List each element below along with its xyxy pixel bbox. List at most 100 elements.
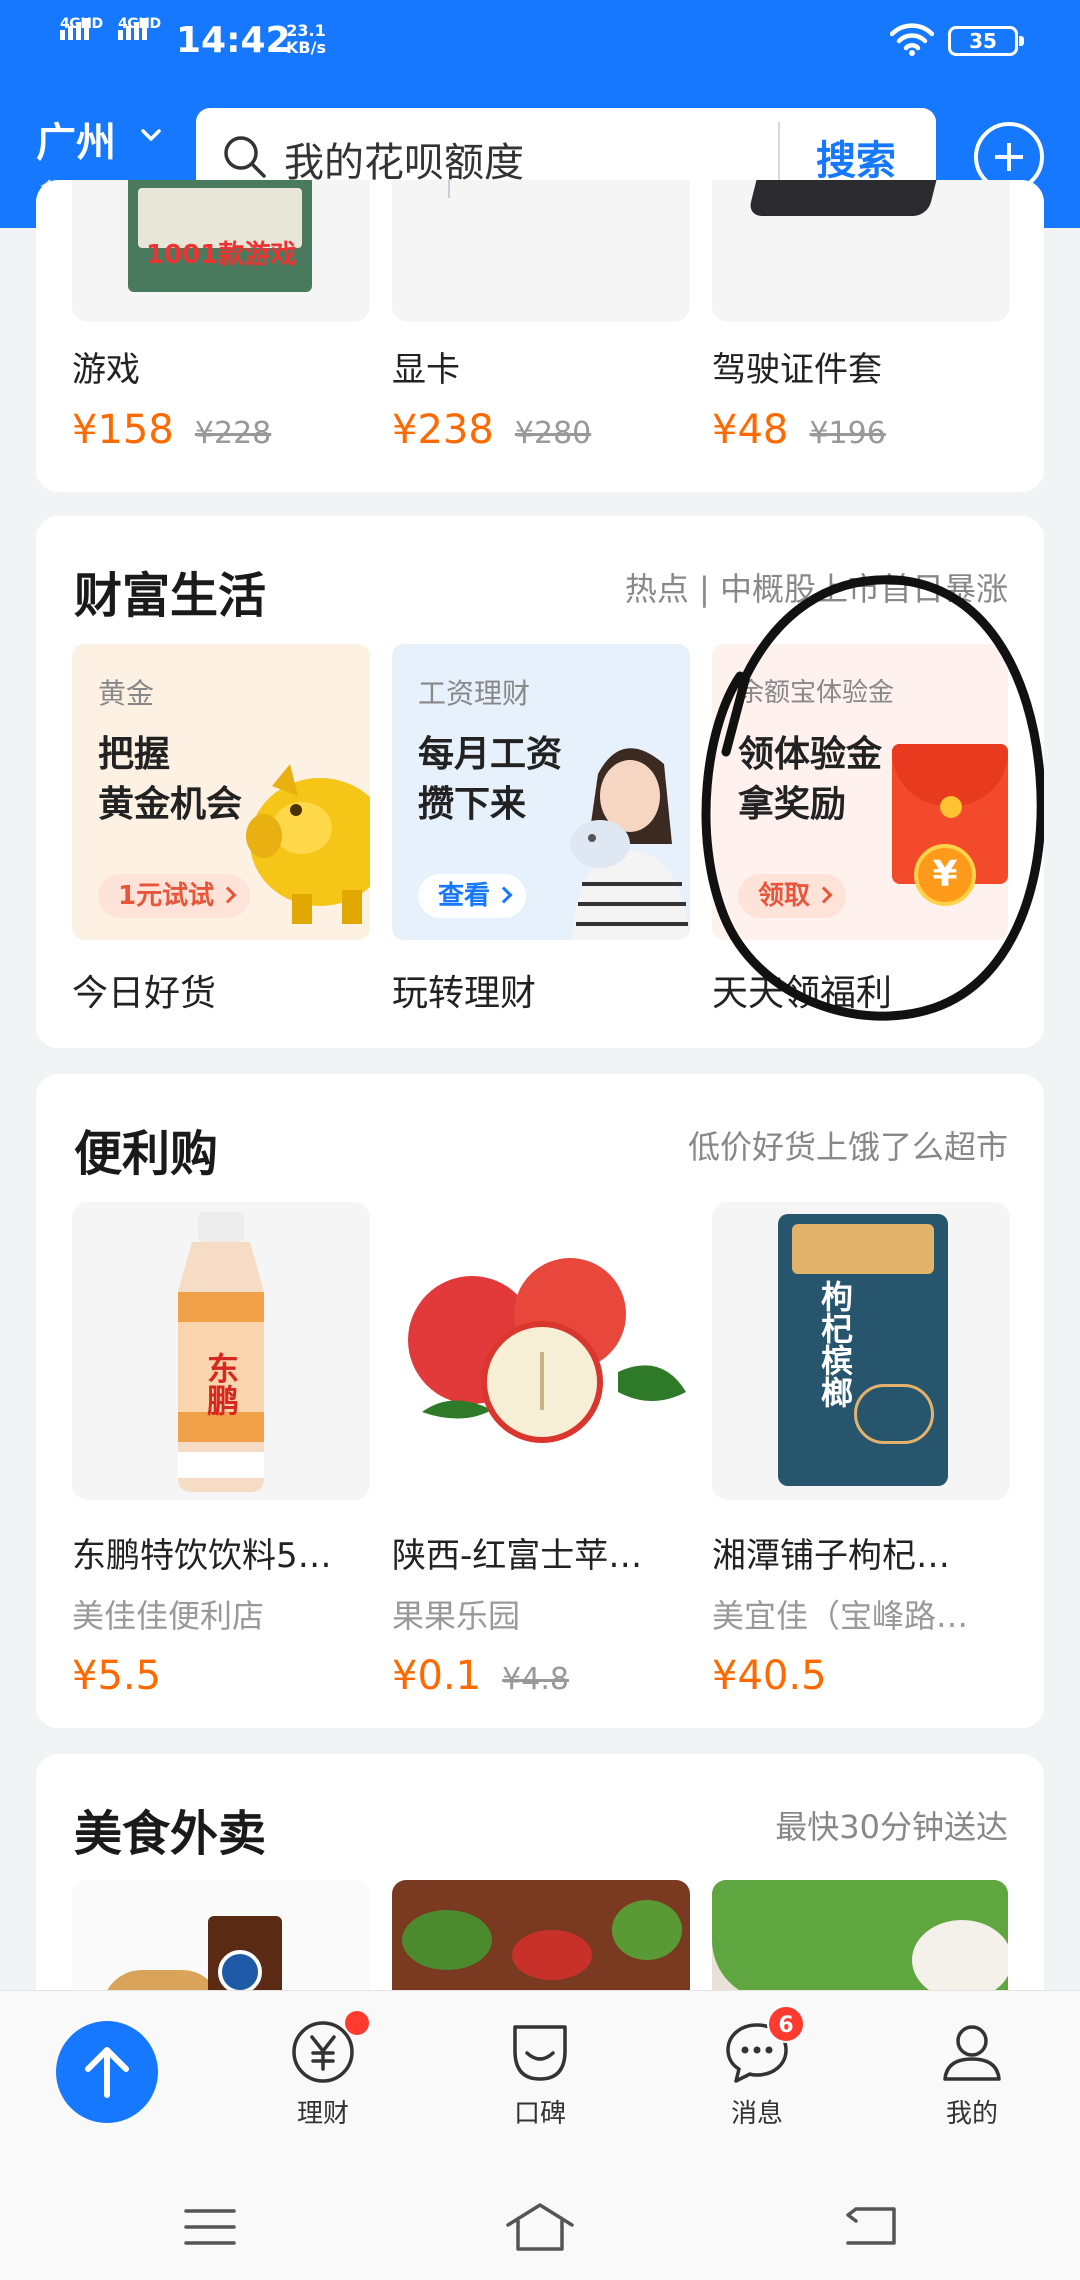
product-prices: ¥40.5: [712, 1653, 1010, 1699]
person-icon: [943, 2025, 1001, 2081]
tile-tag: 工资理财: [418, 677, 531, 710]
recommended-card: 1001款游戏 游戏 ¥158 ¥228 显卡 ¥238 ¥280 驾驶证件套 …: [36, 180, 1044, 492]
product-price: ¥0.1: [392, 1653, 482, 1699]
clock: 14:42: [176, 20, 291, 61]
tab-label: 理财: [296, 2099, 349, 2129]
tile-tag: 黄金: [98, 677, 155, 710]
piggy-bank-icon: [246, 764, 370, 924]
gold-try-button[interactable]: 1元试试: [98, 874, 251, 918]
bottom-tab-bar: 理财 口碑 6 消息 我的: [0, 1990, 1080, 2280]
tab-mine[interactable]: 我的: [912, 2019, 1032, 2130]
cardholder-icon: [747, 180, 937, 216]
net-speed-value: 23.1: [286, 21, 326, 40]
net-speed: 23.1 KB/s: [286, 22, 326, 56]
salary-tile[interactable]: 工资理财 每月工资 攒下来 查看: [392, 644, 690, 940]
product-card[interactable]: 驾驶证件套 ¥48 ¥196: [712, 180, 1010, 453]
search-button[interactable]: 搜索: [816, 128, 896, 186]
system-nav-bar: [0, 2181, 1080, 2280]
arrow-up-icon: [85, 2047, 129, 2098]
notification-dot: [345, 2011, 369, 2035]
shop-name: 美宜佳（宝峰路…: [712, 1597, 969, 1635]
section-title: 美食外卖: [74, 1806, 267, 1862]
signal-label: 4GHD: [118, 16, 161, 32]
package-label: 枸杞槟榔: [816, 1280, 854, 1408]
product-old-price: ¥196: [809, 416, 886, 451]
product-old-price: ¥4.8: [502, 1662, 569, 1697]
food-card: 美食外卖 最快30分钟送达: [36, 1754, 1044, 2014]
game-box-text: 1001款游戏: [146, 240, 297, 270]
product-image: [712, 180, 1010, 322]
product-name: 湘潭铺子枸杞…: [712, 1536, 950, 1576]
gold-tile[interactable]: 黄金 把握 黄金机会 1元试试: [72, 644, 370, 940]
signal-icon: 4GHD: [60, 16, 103, 40]
product-name: 显卡: [392, 350, 460, 390]
tile-caption: 今日好货: [72, 973, 217, 1014]
tab-label: 我的: [945, 2099, 998, 2129]
food-image[interactable]: [392, 1880, 690, 2000]
salary-view-button[interactable]: 查看: [418, 874, 527, 918]
section-subtitle[interactable]: 低价好货上饿了么超市: [688, 1122, 1008, 1168]
menu-icon[interactable]: [184, 2207, 236, 2247]
product-card[interactable]: 枸杞槟榔 湘潭铺子枸杞… 美宜佳（宝峰路… ¥40.5: [712, 1202, 1010, 1699]
apple-icon: [408, 1258, 686, 1444]
tab-messages[interactable]: 6 消息: [697, 2005, 817, 2130]
shop-name: 美佳佳便利店: [72, 1597, 265, 1635]
product-name: 东鹏特饮饮料5…: [72, 1536, 332, 1576]
game-box-icon: 1001款游戏: [128, 180, 312, 292]
section-title: 便利购: [74, 1126, 219, 1182]
chevron-down-icon[interactable]: [140, 124, 162, 146]
search-icon: [224, 136, 266, 178]
back-icon[interactable]: [842, 2203, 898, 2249]
woman-illustration-icon: [570, 748, 688, 940]
product-image: [392, 180, 690, 322]
home-icon[interactable]: [504, 2201, 576, 2253]
product-prices: ¥158 ¥228: [72, 407, 370, 453]
section-subtitle[interactable]: 最快30分钟送达: [775, 1802, 1008, 1848]
product-old-price: ¥228: [194, 416, 272, 451]
product-name: 驾驶证件套: [712, 350, 882, 390]
tile-caption: 玩转理财: [392, 973, 537, 1014]
product-old-price: ¥280: [514, 416, 592, 451]
product-card[interactable]: 1001款游戏 游戏 ¥158 ¥228: [72, 180, 370, 453]
status-bar: 4GHD 4GHD 14:42 23.1 KB/s 35: [0, 0, 1080, 84]
section-title: 财富生活: [74, 568, 267, 624]
bottle-label: 东鹏: [202, 1352, 240, 1416]
product-name: 陕西-红富士苹…: [392, 1536, 643, 1576]
product-image: 1001款游戏: [72, 180, 370, 322]
snack-package-icon: 枸杞槟榔: [778, 1214, 948, 1486]
food-image[interactable]: [712, 1880, 1008, 2000]
product-card[interactable]: 东鹏 东鹏特饮饮料5… 美佳佳便利店 ¥5.5: [72, 1202, 370, 1699]
signal-label: 4GHD: [60, 16, 103, 32]
home-fab-button[interactable]: [56, 2021, 158, 2123]
koubei-icon: [513, 2025, 567, 2081]
product-image: 枸杞槟榔: [712, 1202, 1010, 1500]
shop-name: 果果乐园: [392, 1597, 521, 1635]
product-card[interactable]: 显卡 ¥238 ¥280: [392, 180, 690, 453]
convenience-card: 便利购 低价好货上饿了么超市 东鹏 东鹏特饮饮料5… 美佳佳便利店 ¥5.5 陕…: [36, 1074, 1044, 1728]
signal-icon: 4GHD: [118, 16, 161, 40]
product-prices: ¥5.5: [72, 1653, 370, 1699]
tab-label: 口碑: [513, 2099, 566, 2129]
food-image[interactable]: [72, 1880, 370, 2000]
net-speed-unit: KB/s: [286, 38, 326, 57]
hand-drawn-circle-annotation: [701, 575, 1044, 1021]
product-prices: ¥238 ¥280: [392, 407, 690, 453]
product-image: [392, 1202, 690, 1500]
message-badge: 6: [767, 2005, 805, 2043]
product-price: ¥40.5: [712, 1653, 827, 1699]
product-price: ¥48: [712, 407, 789, 453]
city-selector[interactable]: 广州: [36, 110, 116, 168]
wifi-icon: [890, 23, 934, 56]
product-price: ¥158: [72, 407, 174, 453]
tab-label: 消息: [730, 2099, 783, 2129]
battery-icon: 35: [948, 26, 1024, 56]
product-price: ¥238: [392, 407, 494, 453]
tab-koubei[interactable]: 口碑: [480, 2019, 600, 2130]
product-image: 东鹏: [72, 1202, 370, 1500]
product-name: 游戏: [72, 350, 140, 390]
tab-licai[interactable]: 理财: [263, 2011, 383, 2130]
pepsi-icon: [218, 1950, 262, 1994]
product-card[interactable]: 陕西-红富士苹… 果果乐园 ¥0.1 ¥4.8: [392, 1202, 690, 1699]
wealth-card: 财富生活 热点 | 中概股上市首日暴涨 黄金 把握 黄金机会 1元试试 今日好货 …: [36, 516, 1044, 1048]
product-price: ¥5.5: [72, 1653, 162, 1699]
